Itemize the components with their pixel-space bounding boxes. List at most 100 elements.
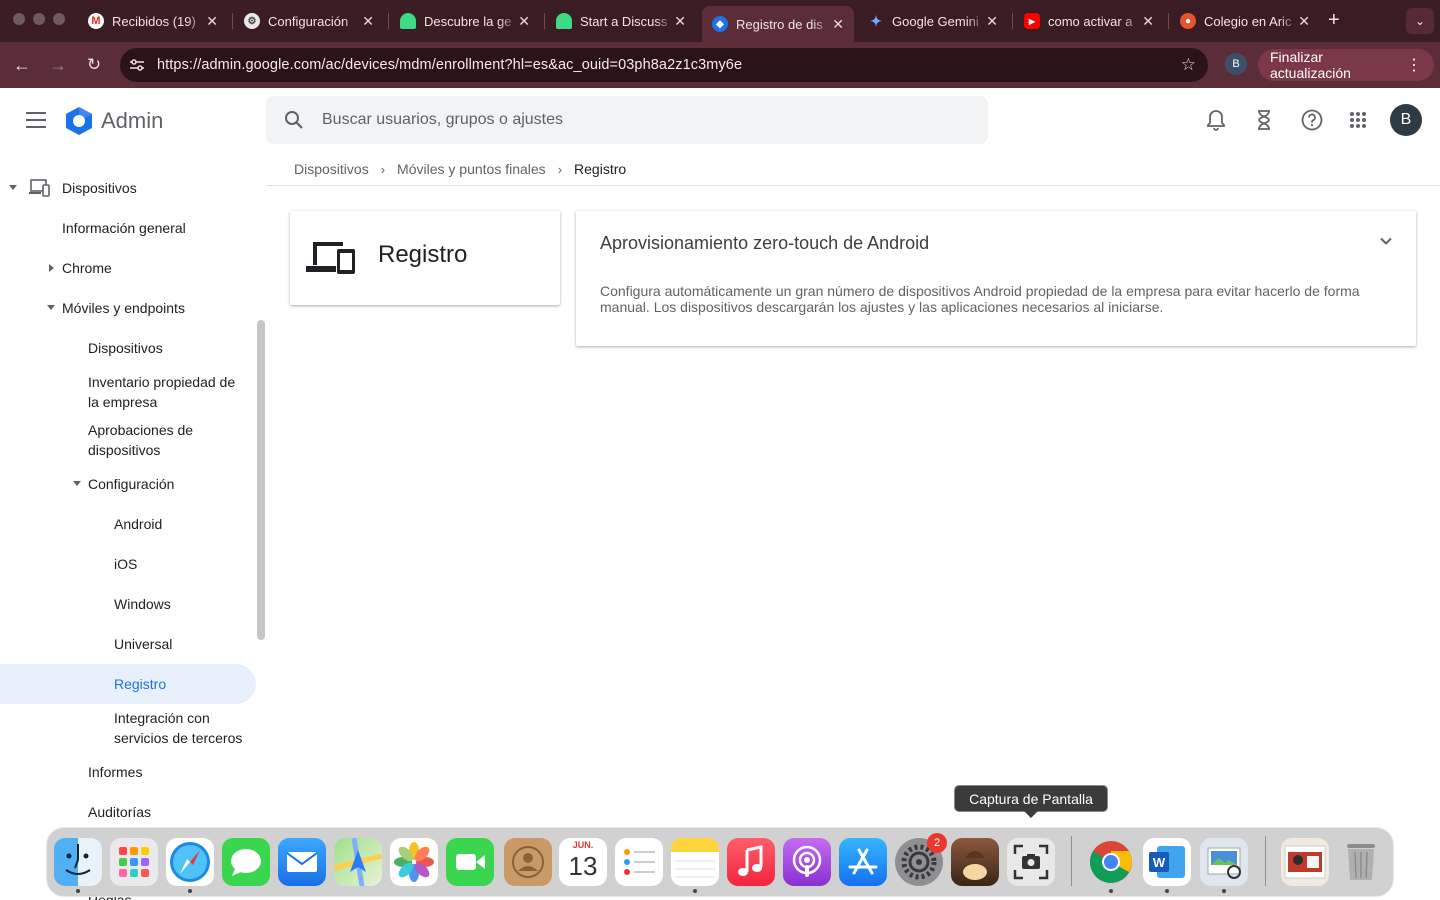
expand-caret-icon[interactable] bbox=[49, 264, 54, 272]
tab-search-button[interactable]: ⌄ bbox=[1406, 8, 1434, 34]
tab-registro-active[interactable]: ◆ Registro de dis ✕ bbox=[702, 6, 854, 42]
screenshot-app-icon[interactable] bbox=[1007, 838, 1055, 886]
tab-start-discussion[interactable]: Start a Discuss ✕ bbox=[546, 6, 696, 36]
close-tab-icon[interactable]: ✕ bbox=[1142, 13, 1154, 30]
photos-icon[interactable] bbox=[390, 838, 438, 886]
apps-grid-icon[interactable] bbox=[1346, 108, 1370, 132]
sidebar-item-aprobaciones[interactable]: Aprobaciones de dispositivos bbox=[88, 420, 193, 460]
tab-configuracion[interactable]: ⚙ Configuración ✕ bbox=[234, 6, 384, 36]
sidebar-item-dispositivos[interactable]: Dispositivos bbox=[62, 178, 137, 198]
podcasts-icon[interactable] bbox=[783, 838, 831, 886]
sidebar-scrollbar[interactable] bbox=[257, 320, 265, 640]
sidebar-item-moviles[interactable]: Móviles y endpoints bbox=[62, 298, 185, 318]
collapse-caret-icon[interactable] bbox=[73, 481, 81, 486]
main-menu-icon[interactable] bbox=[26, 112, 46, 128]
trash-icon[interactable] bbox=[1337, 838, 1385, 886]
browser-toolbar: ← → ↻ https://admin.google.com/ac/device… bbox=[0, 42, 1440, 88]
app-title: Admin bbox=[101, 108, 164, 133]
tab-label: Descubre la ge bbox=[424, 13, 512, 29]
calendar-icon[interactable]: JUN. 13 bbox=[559, 838, 607, 886]
zero-touch-card[interactable]: Aprovisionamiento zero-touch de Android … bbox=[576, 211, 1416, 346]
close-tab-icon[interactable]: ✕ bbox=[1298, 13, 1310, 30]
admin-header: Admin Buscar usuarios, grupos o ajustes … bbox=[0, 88, 1440, 152]
account-avatar[interactable]: B bbox=[1390, 104, 1422, 136]
tab-gemini[interactable]: ✦ Google Gemini ✕ bbox=[858, 6, 1008, 36]
game-app-icon[interactable] bbox=[951, 838, 999, 886]
page-title: Registro bbox=[378, 241, 468, 268]
sidebar-item-moviles-dispositivos[interactable]: Dispositivos bbox=[88, 338, 163, 358]
search-icon bbox=[266, 110, 322, 130]
sidebar-nav: Dispositivos Información general Chrome … bbox=[0, 152, 266, 900]
maps-icon[interactable] bbox=[334, 838, 382, 886]
music-icon[interactable] bbox=[727, 838, 775, 886]
notes-icon[interactable] bbox=[671, 838, 719, 886]
word-icon[interactable]: W bbox=[1143, 838, 1191, 886]
reload-icon[interactable]: ↻ bbox=[81, 52, 107, 78]
chrome-icon[interactable] bbox=[1087, 838, 1135, 886]
minimize-window-button[interactable] bbox=[33, 13, 45, 25]
close-tab-icon[interactable]: ✕ bbox=[518, 13, 530, 30]
safari-icon[interactable] bbox=[166, 838, 214, 886]
sidebar-item-configuracion[interactable]: Configuración bbox=[88, 474, 174, 494]
sidebar-item-inventario[interactable]: Inventario propiedad de la empresa bbox=[88, 372, 235, 412]
finder-icon[interactable] bbox=[54, 838, 102, 886]
reminders-icon[interactable] bbox=[615, 838, 663, 886]
chevron-right-icon: › bbox=[557, 161, 563, 177]
browser-profile-avatar[interactable]: B bbox=[1225, 53, 1247, 75]
close-tab-icon[interactable]: ✕ bbox=[674, 13, 686, 30]
site-settings-icon[interactable] bbox=[120, 48, 154, 82]
search-bar[interactable]: Buscar usuarios, grupos o ajustes bbox=[266, 96, 988, 144]
sidebar-item-auditorias[interactable]: Auditorías bbox=[88, 802, 151, 822]
back-arrow-icon[interactable]: ← bbox=[9, 52, 35, 78]
image-thumbnail-icon[interactable] bbox=[1281, 838, 1329, 886]
contacts-icon[interactable] bbox=[504, 838, 552, 886]
sidebar-item-android[interactable]: Android bbox=[114, 514, 162, 534]
collapse-caret-icon[interactable] bbox=[47, 305, 55, 310]
address-bar[interactable]: https://admin.google.com/ac/devices/mdm/… bbox=[120, 48, 1208, 82]
sidebar-item-informacion-general[interactable]: Información general bbox=[62, 218, 186, 238]
forward-arrow-icon[interactable]: → bbox=[45, 52, 71, 78]
running-indicator bbox=[693, 889, 697, 893]
sidebar-item-universal[interactable]: Universal bbox=[114, 634, 172, 654]
sidebar-item-integracion[interactable]: Integración con servicios de terceros bbox=[114, 708, 242, 748]
more-vert-icon: ⋮ bbox=[1406, 57, 1422, 74]
bookmark-star-icon[interactable]: ☆ bbox=[1181, 55, 1196, 75]
dock-separator bbox=[1265, 836, 1266, 886]
tab-colegio[interactable]: ● Colegio en Aric ✕ bbox=[1170, 6, 1320, 36]
preview-icon[interactable] bbox=[1200, 838, 1248, 886]
sidebar-item-windows[interactable]: Windows bbox=[114, 594, 171, 614]
new-tab-button[interactable]: + bbox=[1328, 9, 1340, 32]
tasks-hourglass-icon[interactable] bbox=[1252, 108, 1276, 132]
finish-update-label: Finalizar actualización bbox=[1270, 49, 1351, 81]
tab-label: Google Gemini bbox=[892, 13, 979, 29]
help-icon[interactable] bbox=[1300, 108, 1324, 132]
notifications-bell-icon[interactable] bbox=[1204, 108, 1228, 132]
tab-descubre[interactable]: Descubre la ge ✕ bbox=[390, 6, 540, 36]
breadcrumb-link[interactable]: Dispositivos bbox=[294, 161, 369, 177]
zoom-window-button[interactable] bbox=[53, 13, 65, 25]
chevron-down-icon[interactable] bbox=[1378, 233, 1394, 249]
sidebar-item-informes[interactable]: Informes bbox=[88, 762, 142, 782]
breadcrumb-link[interactable]: Móviles y puntos finales bbox=[397, 161, 546, 177]
tab-label: Start a Discuss bbox=[580, 13, 668, 29]
sidebar-item-label: Inventario propiedad de bbox=[88, 374, 236, 390]
facetime-icon[interactable] bbox=[446, 838, 494, 886]
mail-icon[interactable] bbox=[278, 838, 326, 886]
finish-update-button[interactable]: Finalizar actualización ⋮ bbox=[1258, 49, 1434, 81]
expand-caret-icon[interactable] bbox=[9, 185, 17, 190]
sidebar-item-chrome[interactable]: Chrome bbox=[62, 258, 112, 278]
messages-icon[interactable] bbox=[222, 838, 270, 886]
launchpad-icon[interactable] bbox=[110, 838, 158, 886]
close-tab-icon[interactable]: ✕ bbox=[832, 16, 844, 33]
sidebar-item-label: Integración con bbox=[114, 710, 210, 726]
search-input[interactable]: Buscar usuarios, grupos o ajustes bbox=[322, 111, 563, 129]
sidebar-item-ios[interactable]: iOS bbox=[114, 554, 137, 574]
close-tab-icon[interactable]: ✕ bbox=[986, 13, 998, 30]
app-store-icon[interactable] bbox=[839, 838, 887, 886]
sidebar-item-registro-active[interactable]: Registro bbox=[0, 664, 256, 704]
tab-youtube[interactable]: ▶ como activar a ✕ bbox=[1014, 6, 1164, 36]
tab-gmail[interactable]: M Recibidos (19) ✕ bbox=[78, 6, 228, 36]
close-tab-icon[interactable]: ✕ bbox=[362, 13, 374, 30]
close-tab-icon[interactable]: ✕ bbox=[206, 13, 218, 30]
close-window-button[interactable] bbox=[13, 13, 25, 25]
